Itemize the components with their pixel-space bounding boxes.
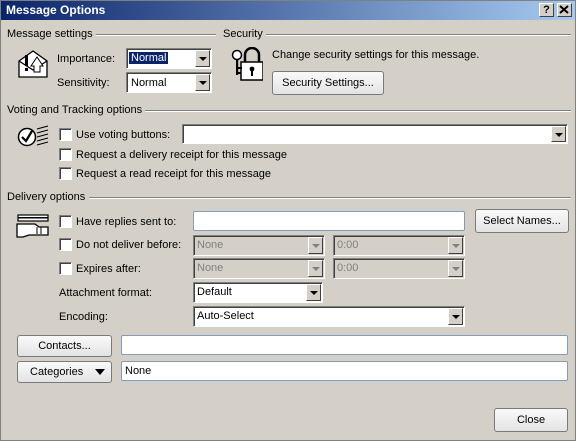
- have-replies-checkbox[interactable]: [59, 215, 72, 228]
- attachment-format-dropdown[interactable]: Default: [193, 282, 323, 303]
- do-not-deliver-date-dropdown[interactable]: None: [193, 235, 325, 256]
- expires-time-dropdown[interactable]: 0:00: [333, 258, 465, 279]
- replies-to-input[interactable]: [193, 211, 465, 231]
- categories-value: None: [125, 365, 152, 377]
- security-divider: [265, 34, 571, 36]
- expires-time-value: 0:00: [337, 262, 359, 274]
- do-not-deliver-label: Do not deliver before:: [76, 239, 182, 251]
- delivery-receipt-checkbox[interactable]: [59, 148, 72, 161]
- contacts-input[interactable]: [121, 335, 568, 355]
- window-title: Message Options: [6, 3, 106, 17]
- chevron-down-icon[interactable]: [308, 237, 323, 254]
- chevron-down-icon[interactable]: [195, 50, 210, 67]
- close-icon: [559, 5, 569, 14]
- voting-divider: [141, 110, 571, 112]
- importance-dropdown[interactable]: Normal: [126, 48, 212, 69]
- do-not-deliver-time-dropdown[interactable]: 0:00: [333, 235, 465, 256]
- expires-after-checkbox[interactable]: [59, 262, 72, 275]
- security-title: Security: [223, 28, 266, 40]
- chevron-down-icon[interactable]: [448, 308, 463, 325]
- voting-buttons-dropdown[interactable]: [182, 124, 568, 144]
- expires-after-label: Expires after:: [76, 263, 141, 275]
- encoding-value: Auto-Select: [197, 310, 254, 322]
- close-button[interactable]: Close: [494, 408, 568, 432]
- voting-title: Voting and Tracking options: [7, 104, 146, 116]
- chevron-down-icon[interactable]: [306, 284, 321, 301]
- do-not-deliver-date-value: None: [197, 239, 224, 251]
- message-options-dialog: Message Options ? Message settings Impor…: [0, 0, 576, 441]
- chevron-down-icon[interactable]: [448, 260, 463, 277]
- do-not-deliver-time-value: 0:00: [337, 239, 359, 251]
- delivery-receipt-label: Request a delivery receipt for this mess…: [76, 149, 287, 161]
- title-bar[interactable]: Message Options ?: [1, 1, 575, 20]
- use-voting-label: Use voting buttons:: [76, 129, 171, 141]
- help-button[interactable]: ?: [539, 3, 554, 17]
- sensitivity-value: Normal: [131, 77, 167, 89]
- expires-date-value: None: [197, 262, 224, 274]
- sensitivity-label: Sensitivity:: [57, 77, 110, 89]
- sensitivity-dropdown[interactable]: Normal: [126, 72, 212, 93]
- security-description: Change security settings for this messag…: [272, 49, 480, 61]
- delivery-title: Delivery options: [7, 191, 89, 203]
- message-settings-divider: [96, 34, 216, 36]
- chevron-down-icon[interactable]: [448, 237, 463, 254]
- attachment-format-value: Default: [197, 286, 232, 298]
- do-not-deliver-checkbox[interactable]: [59, 238, 72, 251]
- chevron-down-icon[interactable]: [308, 260, 323, 277]
- message-settings-title: Message settings: [7, 28, 96, 40]
- delivery-divider: [89, 197, 571, 199]
- delivery-hand-icon: [16, 214, 49, 238]
- have-replies-label: Have replies sent to:: [76, 216, 177, 228]
- importance-value: Normal: [129, 52, 169, 64]
- read-receipt-label: Request a read receipt for this message: [76, 168, 272, 180]
- chevron-down-icon: [95, 369, 105, 375]
- chevron-down-icon[interactable]: [195, 74, 210, 91]
- voting-check-icon: [17, 125, 49, 147]
- expires-date-dropdown[interactable]: None: [193, 258, 325, 279]
- importance-label: Importance:: [57, 53, 116, 65]
- select-names-button[interactable]: Select Names...: [475, 209, 569, 233]
- encoding-dropdown[interactable]: Auto-Select: [193, 306, 465, 327]
- categories-button[interactable]: Categories: [17, 361, 112, 383]
- encoding-label: Encoding:: [59, 311, 108, 323]
- use-voting-checkbox[interactable]: [59, 128, 72, 141]
- read-receipt-checkbox[interactable]: [59, 167, 72, 180]
- close-window-button[interactable]: [557, 3, 572, 17]
- categories-input[interactable]: None: [121, 361, 568, 381]
- envelope-importance-icon: [18, 50, 48, 78]
- attachment-format-label: Attachment format:: [59, 287, 152, 299]
- security-settings-button[interactable]: Security Settings...: [272, 71, 384, 95]
- contacts-button[interactable]: Contacts...: [17, 335, 112, 357]
- categories-button-label: Categories: [30, 366, 84, 378]
- chevron-down-icon[interactable]: [551, 126, 566, 142]
- padlock-key-icon: [231, 47, 263, 81]
